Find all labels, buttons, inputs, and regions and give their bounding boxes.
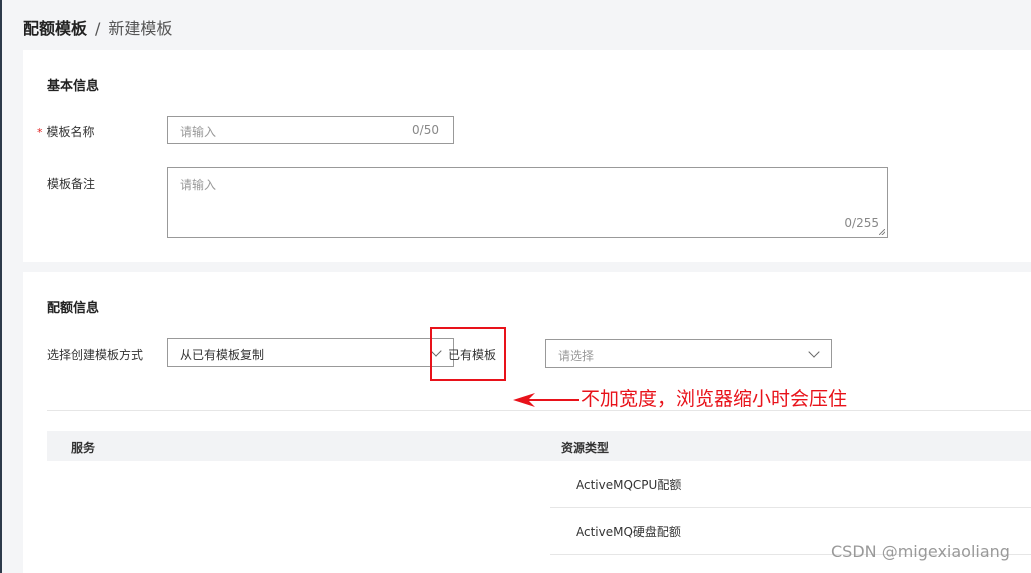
table-row: ActiveMQCPU配额 (550, 461, 1031, 508)
highlight-box (430, 327, 506, 381)
section-title-quota: 配额信息 (47, 301, 100, 316)
breadcrumb-separator: / (95, 19, 101, 38)
template-remark-textarea[interactable]: 请输入 0/255 (167, 167, 888, 238)
annotation-text: 不加宽度，浏览器缩小时会压住 (581, 388, 848, 410)
breadcrumb-current-page: 新建模板 (108, 19, 173, 38)
resource-type-cell: ActiveMQ硬盘配额 (576, 525, 681, 539)
breadcrumb-root[interactable]: 配额模板 (23, 19, 87, 38)
watermark: CSDN @migexiaoliang (831, 542, 1010, 561)
basic-info-card: 基本信息 * 模板名称 请输入 0/50 模板备注 请输入 0/255 (23, 50, 1031, 262)
required-mark: * (37, 126, 43, 139)
column-header-service: 服务 (71, 441, 96, 455)
table-header: 服务 资源类型 (47, 431, 1031, 461)
breadcrumb: 配额模板 / 新建模板 (23, 18, 172, 40)
create-method-value: 从已有模板复制 (180, 348, 265, 362)
create-method-select[interactable]: 从已有模板复制 (167, 338, 454, 367)
template-name-count: 0/50 (412, 123, 439, 137)
template-name-placeholder: 请输入 (180, 125, 217, 139)
divider (47, 410, 1031, 411)
create-method-label: 选择创建模板方式 (47, 348, 144, 362)
resize-grip-icon[interactable] (879, 229, 885, 235)
template-select[interactable]: 请选择 (545, 339, 832, 368)
column-header-resource-type: 资源类型 (561, 441, 610, 455)
template-select-placeholder: 请选择 (558, 349, 595, 363)
template-name-label: * 模板名称 (37, 125, 95, 139)
template-remark-count: 0/255 (844, 216, 879, 230)
arrow-left-icon (513, 393, 579, 407)
template-remark-placeholder: 请输入 (180, 178, 217, 192)
section-title-basic: 基本信息 (47, 79, 100, 94)
resource-type-cell: ActiveMQCPU配额 (576, 478, 682, 492)
template-remark-label: 模板备注 (47, 177, 96, 191)
chevron-down-icon (808, 346, 820, 358)
quota-info-card: 配额信息 选择创建模板方式 从已有模板复制 已有模板 请选择 服务 资源类型 A… (23, 272, 1031, 573)
sidebar-edge (0, 0, 2, 573)
template-name-input[interactable]: 请输入 0/50 (167, 116, 454, 144)
